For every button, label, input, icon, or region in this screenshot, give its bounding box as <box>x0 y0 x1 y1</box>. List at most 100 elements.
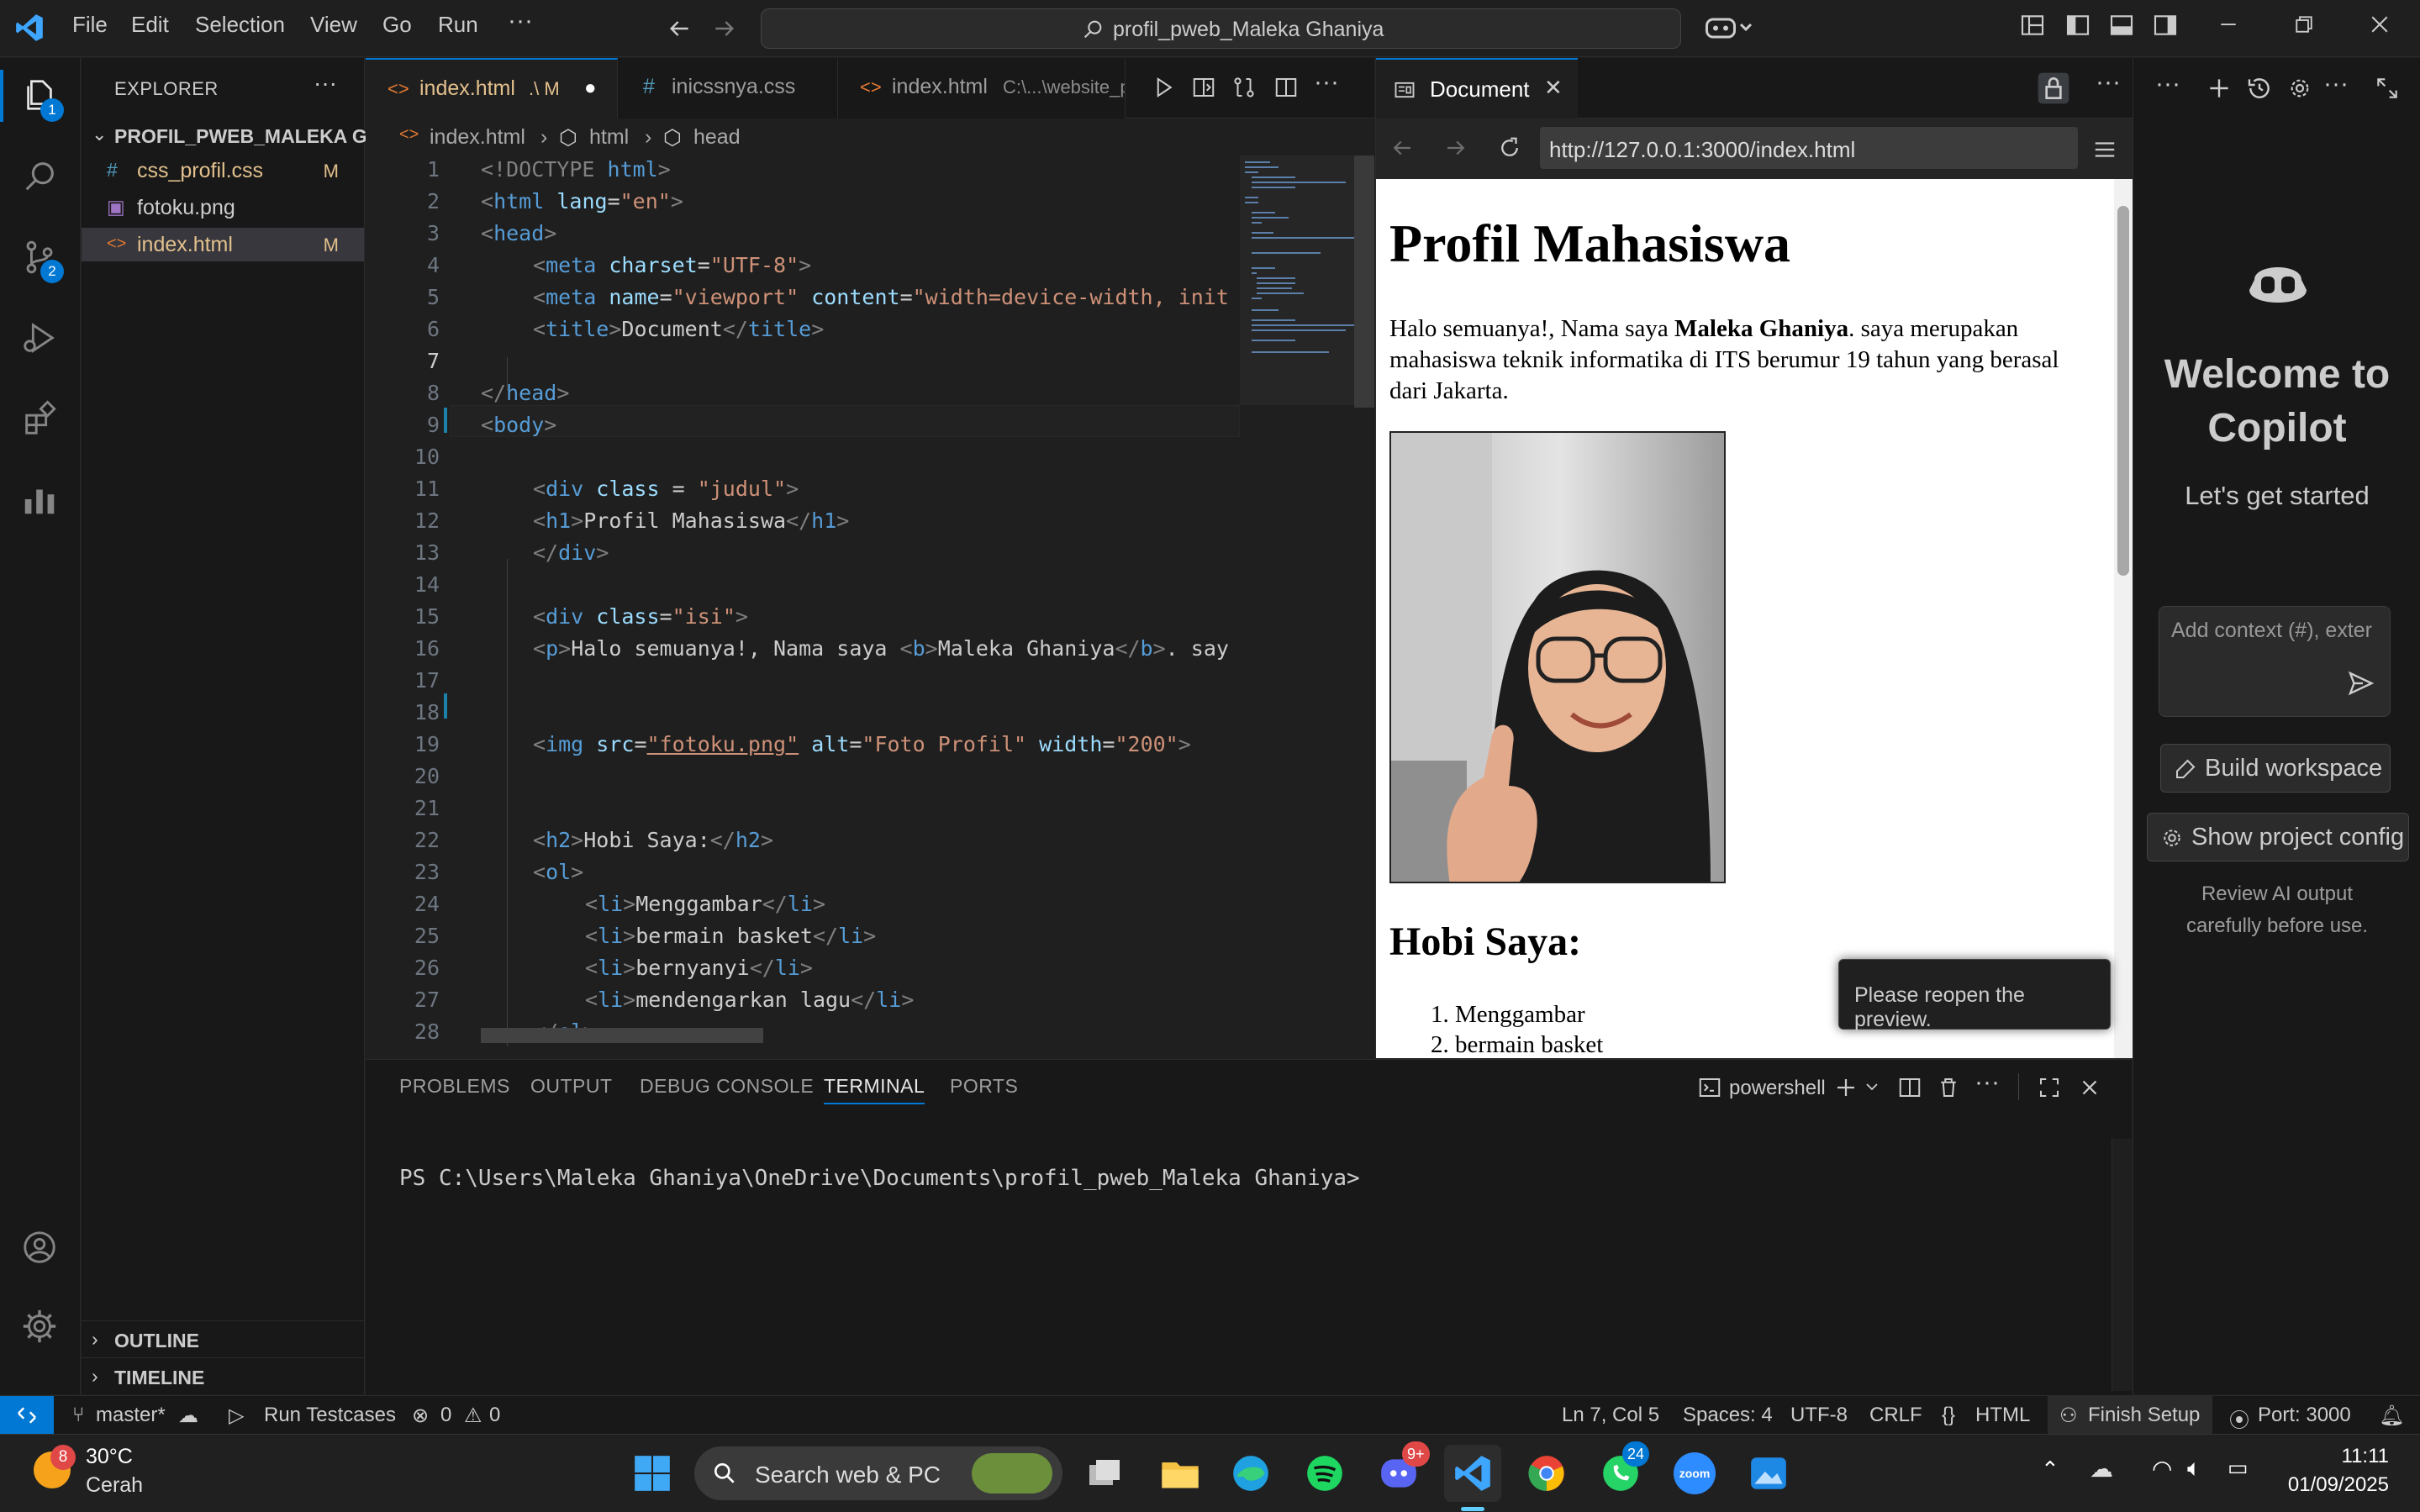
forward-arrow-icon[interactable] <box>711 15 738 42</box>
open-preview-side-icon[interactable] <box>1191 75 1216 100</box>
history-icon[interactable] <box>2246 75 2273 102</box>
command-center-search[interactable]: profil_pweb_Maleka Ghaniya <box>761 8 1681 49</box>
extensions-icon[interactable] <box>20 399 59 438</box>
menu-more[interactable]: ··· <box>508 7 533 35</box>
restore-icon[interactable] <box>2291 12 2317 37</box>
vertical-scrollbar[interactable] <box>1354 155 1374 408</box>
search-activity-icon[interactable] <box>20 157 59 196</box>
copilot-overflow-icon[interactable]: ··· <box>2323 70 2349 98</box>
wifi-icon[interactable]: ◠ <box>2152 1455 2172 1483</box>
code-editor[interactable]: 1 2 3 4 5 6 7 8 9 10 11 12 13 14 15 16 17 18 19 20 21 22 23 24 2… <box>366 155 1374 1046</box>
spotify-icon[interactable] <box>1296 1445 1353 1502</box>
minimize-icon[interactable] <box>2216 12 2241 37</box>
onedrive-cloud-icon[interactable]: ☁ <box>2090 1455 2113 1483</box>
maximize-panel-icon[interactable] <box>2037 1075 2062 1100</box>
discord-icon[interactable]: 9+ <box>1370 1441 1430 1502</box>
close-panel-icon[interactable] <box>2077 1075 2102 1100</box>
file-item-css-profil[interactable]: # css_profil.css M <box>82 154 364 187</box>
clock-time[interactable]: 11:11 <box>2296 1445 2390 1468</box>
taskbar-search[interactable]: Search web & PC <box>694 1446 1062 1500</box>
warning-count[interactable]: 0 <box>489 1404 500 1427</box>
chrome-icon[interactable] <box>1518 1445 1575 1502</box>
unsaved-dot-icon[interactable]: ● <box>584 76 597 100</box>
manage-gear-icon[interactable] <box>20 1307 59 1346</box>
menu-go[interactable]: Go <box>382 12 412 38</box>
new-chat-plus-icon[interactable] <box>2206 75 2233 102</box>
photos-icon[interactable] <box>1740 1445 1797 1502</box>
outline-section[interactable]: › OUTLINE <box>82 1320 364 1357</box>
chevron-down-icon[interactable] <box>1862 1077 1882 1097</box>
error-count[interactable]: 0 <box>440 1404 451 1427</box>
clock-date[interactable]: 01/09/2025 <box>2280 1473 2389 1497</box>
reload-icon[interactable] <box>1497 135 1522 161</box>
close-window-icon[interactable] <box>2367 12 2392 37</box>
close-tab-icon[interactable]: ✕ <box>1544 75 1563 101</box>
preview-scrollbar-track[interactable] <box>2114 179 2133 1058</box>
remote-indicator[interactable] <box>0 1396 54 1435</box>
browser-forward-icon[interactable] <box>1443 135 1468 161</box>
file-explorer-icon[interactable] <box>1150 1445 1207 1502</box>
chat-input[interactable]: Add context (#), exter <box>2159 606 2391 717</box>
branch-name[interactable]: master* <box>96 1404 166 1427</box>
preview-scrollbar-thumb[interactable] <box>2117 206 2129 576</box>
menu-selection[interactable]: Selection <box>195 12 285 38</box>
weather-temp[interactable]: 30°C <box>86 1445 133 1469</box>
sync-icon[interactable]: ☁ <box>178 1404 198 1428</box>
whatsapp-icon[interactable]: 24 <box>1592 1441 1650 1502</box>
customize-layout-icon[interactable] <box>2019 12 2046 39</box>
tab-index-html-active[interactable]: <> index.html .\ M ● <box>366 58 618 119</box>
toggle-panel-icon[interactable] <box>2108 12 2135 39</box>
maximize-panel-icon[interactable] <box>2374 75 2401 102</box>
explorer-icon[interactable]: 1 <box>20 76 64 122</box>
horizontal-scrollbar[interactable] <box>481 1028 763 1043</box>
panel-more-icon[interactable]: ··· <box>1974 1068 2000 1097</box>
finish-setup-button[interactable]: ⚇ Finish Setup <box>2048 1396 2212 1435</box>
lock-icon[interactable] <box>2035 71 2072 105</box>
send-icon[interactable] <box>2345 668 2375 698</box>
back-arrow-icon[interactable] <box>666 15 693 42</box>
show-project-config-button[interactable]: Show project config <box>2147 813 2409 861</box>
breadcrumb-head[interactable]: head <box>693 125 741 150</box>
zoom-icon[interactable]: zoom <box>1666 1445 1723 1502</box>
new-terminal-plus-icon[interactable] <box>1833 1075 1858 1100</box>
split-editor-icon[interactable] <box>1273 75 1299 100</box>
terminal-prompt[interactable]: PS C:\Users\Maleka Ghaniya\OneDrive\Docu… <box>399 1166 1360 1191</box>
shell-name[interactable]: powershell <box>1729 1077 1826 1100</box>
tab-terminal[interactable]: TERMINAL <box>824 1075 925 1104</box>
run-debug-icon[interactable] <box>20 319 59 357</box>
task-view-icon[interactable] <box>1076 1445 1133 1502</box>
battery-icon[interactable]: ▭ <box>2228 1455 2249 1481</box>
toggle-primary-sidebar-icon[interactable] <box>2064 12 2091 39</box>
explorer-more-button[interactable]: ··· <box>314 70 337 97</box>
notifications-bell-icon[interactable]: 🔔︎ <box>2379 1404 2404 1428</box>
trash-icon[interactable] <box>1936 1075 1961 1100</box>
language-mode[interactable]: HTML <box>1975 1404 2030 1427</box>
tab-document-preview[interactable]: Document ✕ <box>1376 58 1578 119</box>
menu-view[interactable]: View <box>310 12 357 38</box>
indentation[interactable]: Spaces: 4 <box>1683 1404 1773 1427</box>
run-testcases[interactable]: Run Testcases <box>264 1404 396 1427</box>
timeline-section[interactable]: › TIMELINE <box>82 1357 364 1394</box>
terminal-scrollbar[interactable] <box>2112 1139 2132 1391</box>
tab-output[interactable]: OUTPUT <box>530 1075 613 1098</box>
toggle-secondary-sidebar-icon[interactable] <box>2152 12 2179 39</box>
hamburger-menu-icon[interactable] <box>2092 137 2117 162</box>
live-server-port[interactable]: Port: 3000 <box>2258 1404 2351 1427</box>
build-workspace-button[interactable]: Build workspace <box>2160 744 2391 793</box>
vscode-taskbar-icon[interactable] <box>1444 1445 1501 1511</box>
browser-back-icon[interactable] <box>1389 135 1415 161</box>
compare-changes-icon[interactable] <box>1231 75 1257 100</box>
tab-ports[interactable]: PORTS <box>950 1075 1018 1098</box>
tab-debug-console[interactable]: DEBUG CONSOLE <box>640 1075 814 1098</box>
charts-icon[interactable] <box>20 480 59 519</box>
split-terminal-icon[interactable] <box>1897 1075 1922 1100</box>
volume-icon[interactable]: 🔈︎ <box>2187 1455 2201 1483</box>
start-button[interactable] <box>624 1445 681 1502</box>
cursor-position[interactable]: Ln 7, Col 5 <box>1562 1404 1659 1427</box>
copilot-more-icon[interactable]: ··· <box>2155 70 2180 98</box>
tab-problems[interactable]: PROBLEMS <box>399 1075 510 1098</box>
encoding[interactable]: UTF-8 <box>1790 1404 1848 1427</box>
file-item-index-html[interactable]: <> index.html M <box>82 228 364 261</box>
copilot-icon[interactable] <box>1703 12 1753 42</box>
edge-browser-icon[interactable] <box>1222 1445 1279 1502</box>
